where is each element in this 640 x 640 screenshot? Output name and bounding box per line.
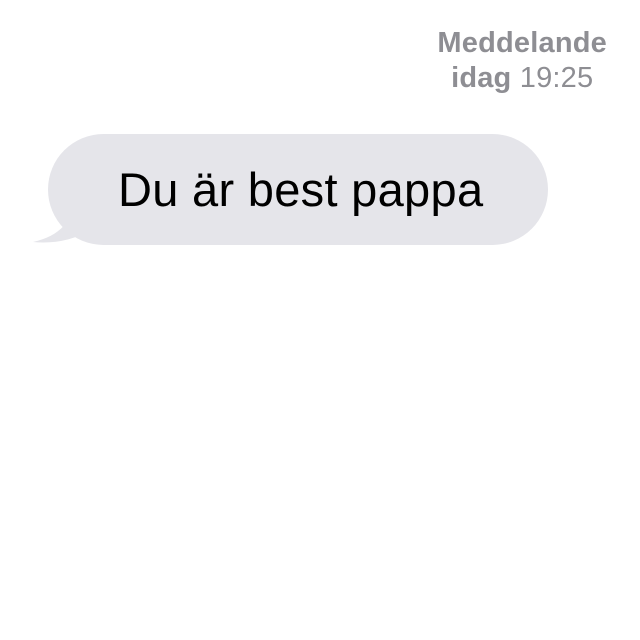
service-label: Meddelande — [437, 27, 607, 59]
timestamp: 19:25 — [519, 62, 594, 94]
message-text: Du är best pappa — [118, 163, 484, 216]
message-thread: Meddelande idag 19:25 Du är best pappa — [0, 0, 640, 640]
day-label: idag — [451, 62, 512, 94]
incoming-message-bubble[interactable]: Du är best pappa — [30, 134, 550, 246]
message-bubble-body: Du är best pappa — [48, 134, 548, 245]
thread-header: Meddelande idag 19:25 — [437, 26, 607, 96]
